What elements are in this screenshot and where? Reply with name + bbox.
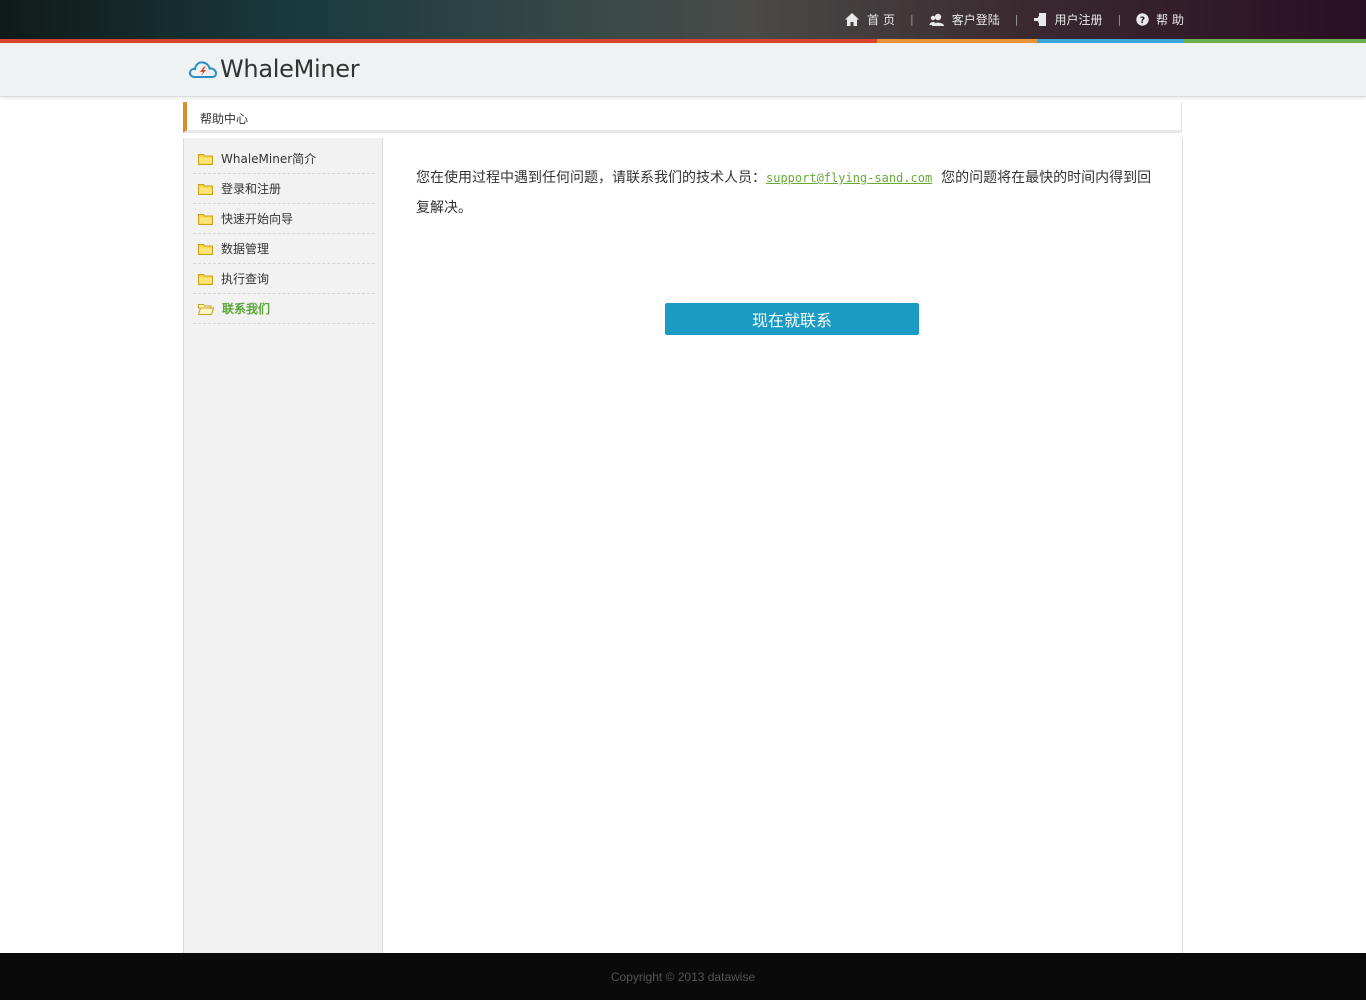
brand-name: WhaleMiner — [220, 55, 360, 83]
nav-home[interactable]: 首 页 — [844, 11, 895, 28]
header: WhaleMiner — [0, 43, 1366, 97]
nav-separator: | — [909, 13, 914, 26]
sidebar-item-label: 登录和注册 — [221, 182, 282, 196]
sidebar-list: WhaleMiner简介 登录和注册 快速开始向导 数据管理 执行查询 联系我们 — [193, 144, 375, 324]
nav-login[interactable]: 客户登陆 — [929, 11, 1000, 28]
cloud-lightning-icon — [188, 61, 218, 78]
sidebar-item-label: 快速开始向导 — [221, 212, 294, 226]
sidebar-item-label: WhaleMiner简介 — [221, 152, 317, 166]
contact-message: 您在使用过程中遇到任何问题，请联系我们的技术人员：support@flying-… — [416, 163, 1162, 223]
folder-icon — [198, 153, 213, 165]
help-icon: ? — [1136, 13, 1149, 26]
folder-open-icon — [198, 303, 214, 315]
sidebar-item-quickstart[interactable]: 快速开始向导 — [193, 204, 375, 234]
nav-home-label: 首 页 — [867, 13, 895, 27]
top-bar: 首 页 | 客户登陆 | 用户注册 | ? 帮 助 — [0, 0, 1366, 39]
register-icon — [1034, 13, 1047, 26]
breadcrumb-title: 帮助中心 — [200, 112, 249, 126]
nav-help-label: 帮 助 — [1156, 13, 1184, 27]
nav-register-label: 用户注册 — [1054, 13, 1103, 27]
nav-separator: | — [1014, 13, 1019, 26]
home-icon — [845, 13, 860, 26]
nav-register[interactable]: 用户注册 — [1033, 11, 1102, 28]
svg-text:?: ? — [1140, 16, 1145, 26]
sidebar-item-contact[interactable]: 联系我们 — [193, 294, 375, 324]
nav-login-label: 客户登陆 — [951, 13, 1000, 27]
folder-icon — [198, 243, 213, 255]
contact-now-button[interactable]: 现在就联系 — [665, 303, 919, 335]
sidebar-item-login-register[interactable]: 登录和注册 — [193, 174, 375, 204]
nav-help[interactable]: ? 帮 助 — [1136, 11, 1184, 28]
folder-icon — [198, 213, 213, 225]
sidebar-item-intro[interactable]: WhaleMiner简介 — [193, 144, 375, 174]
folder-icon — [198, 273, 213, 285]
nav-separator: | — [1117, 13, 1122, 26]
top-nav: 首 页 | 客户登陆 | 用户注册 | ? 帮 助 — [844, 0, 1184, 39]
sidebar-item-label: 联系我们 — [222, 302, 271, 316]
breadcrumb: 帮助中心 — [183, 102, 1182, 133]
sidebar-item-label: 数据管理 — [221, 242, 270, 256]
content-area: 您在使用过程中遇到任何问题，请联系我们的技术人员：support@flying-… — [416, 163, 1162, 223]
folder-icon — [198, 183, 213, 195]
sidebar: WhaleMiner简介 登录和注册 快速开始向导 数据管理 执行查询 联系我们 — [184, 138, 383, 953]
sidebar-item-data-management[interactable]: 数据管理 — [193, 234, 375, 264]
contact-text-before: 您在使用过程中遇到任何问题，请联系我们的技术人员： — [416, 170, 766, 186]
user-login-icon — [929, 13, 944, 26]
footer: Copyright © 2013 datawise — [0, 953, 1366, 1000]
copyright-text: Copyright © 2013 datawise — [610, 969, 756, 984]
sidebar-item-label: 执行查询 — [221, 272, 270, 286]
support-email-link[interactable]: support@flying-sand.com — [766, 171, 932, 185]
logo[interactable]: WhaleMiner — [188, 55, 360, 83]
sidebar-item-run-query[interactable]: 执行查询 — [193, 264, 375, 294]
